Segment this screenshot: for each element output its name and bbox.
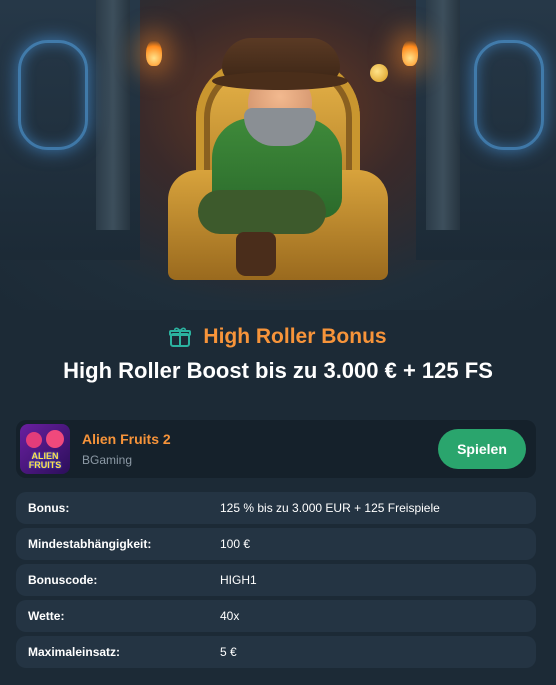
gold-coin bbox=[370, 64, 388, 82]
gnome-hat-brim bbox=[212, 72, 348, 90]
detail-row-wagering: Wette: 40x bbox=[16, 600, 536, 632]
detail-label: Wette: bbox=[28, 609, 65, 623]
play-button[interactable]: Spielen bbox=[438, 429, 526, 469]
game-name[interactable]: Alien Fruits 2 bbox=[82, 431, 171, 447]
bonus-details-table: Bonus: 125 % bis zu 3.000 EUR + 125 Frei… bbox=[16, 492, 536, 672]
detail-row-min-deposit: Mindestabhängigkeit: 100 € bbox=[16, 528, 536, 560]
detail-row-max-bet: Maximaleinsatz: 5 € bbox=[16, 636, 536, 668]
detail-value: 40x bbox=[220, 609, 240, 623]
fruit-graphic bbox=[46, 430, 64, 448]
temple-pillar bbox=[426, 0, 460, 230]
detail-value: 125 % bis zu 3.000 EUR + 125 Freispiele bbox=[220, 501, 440, 515]
glowing-rune bbox=[474, 40, 544, 150]
gnome-character-legs bbox=[198, 190, 326, 234]
detail-label: Maximaleinsatz: bbox=[28, 645, 121, 659]
detail-label: Bonuscode: bbox=[28, 573, 98, 587]
game-card: ALIEN FRUITS Alien Fruits 2 BGaming Spie… bbox=[16, 420, 536, 478]
game-thumbnail[interactable]: ALIEN FRUITS bbox=[20, 424, 70, 474]
torch-flame bbox=[402, 40, 418, 66]
detail-value: 100 € bbox=[220, 537, 251, 551]
game-thumbnail-logo: ALIEN FRUITS bbox=[28, 451, 62, 470]
detail-row-bonus-code: Bonuscode: HIGH1 bbox=[16, 564, 536, 596]
gnome-boot bbox=[236, 232, 276, 276]
detail-label: Bonus: bbox=[28, 501, 70, 515]
detail-label: Mindestabhängigkeit: bbox=[28, 537, 152, 551]
offer-type-label: High Roller Bonus bbox=[203, 325, 387, 348]
fruit-graphic bbox=[26, 432, 42, 448]
detail-value: 5 € bbox=[220, 645, 237, 659]
detail-row-bonus: Bonus: 125 % bis zu 3.000 EUR + 125 Frei… bbox=[16, 492, 536, 524]
temple-pillar bbox=[96, 0, 130, 230]
game-info: Alien Fruits 2 BGaming bbox=[82, 431, 171, 467]
glowing-rune bbox=[18, 40, 88, 150]
offer-type-heading: High Roller Bonus bbox=[0, 322, 556, 352]
gift-icon bbox=[169, 327, 192, 347]
offer-title: High Roller Boost bis zu 3.000 € + 125 F… bbox=[63, 358, 493, 383]
hero-banner bbox=[0, 0, 556, 310]
game-provider: BGaming bbox=[82, 453, 133, 467]
torch-flame bbox=[146, 40, 162, 66]
detail-value[interactable]: HIGH1 bbox=[220, 573, 257, 587]
